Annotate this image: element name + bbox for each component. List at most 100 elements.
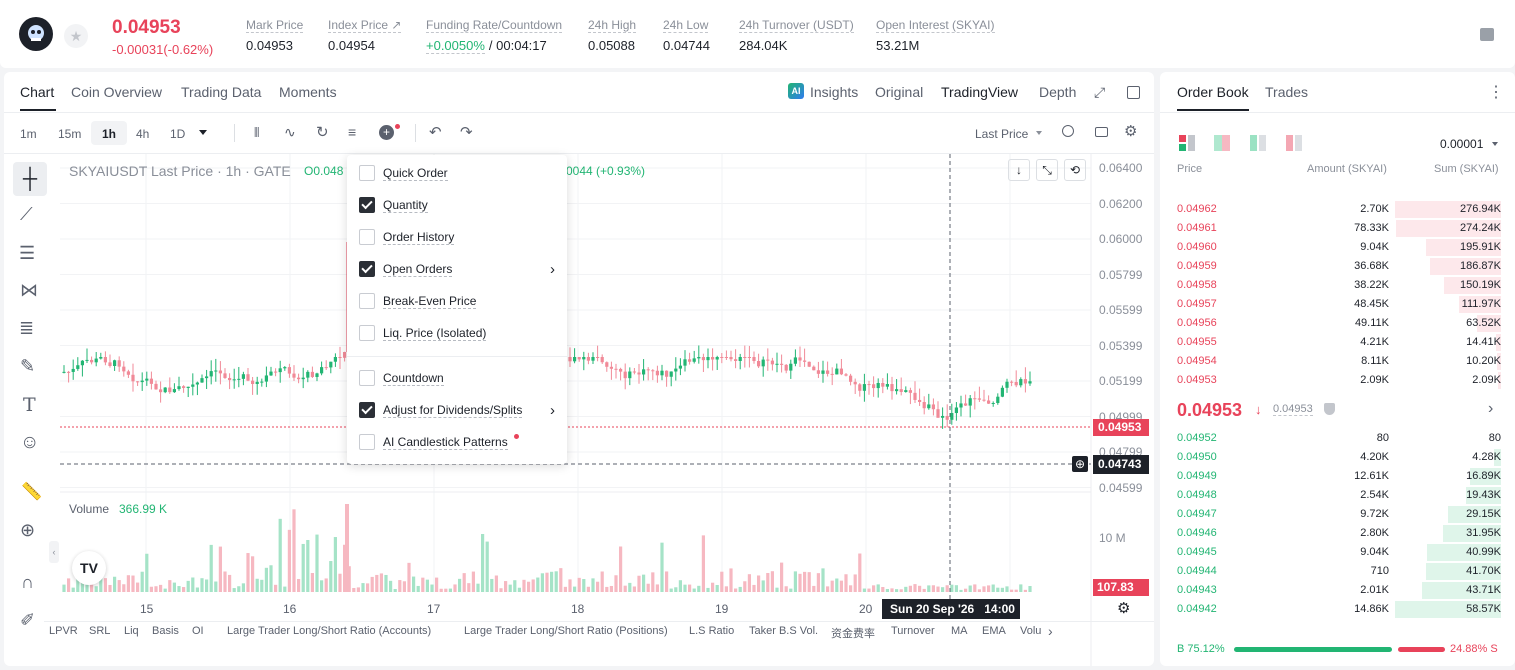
price-type-select[interactable]: Last Price [975, 127, 1028, 141]
candle-type-icon[interactable]: ⫴ [254, 125, 259, 141]
bid-row[interactable]: 0.04946 2.80K 31.95K [1177, 524, 1501, 543]
menu-item[interactable]: Break-Even Price [359, 291, 555, 311]
collapse-button[interactable]: ⤡ [1036, 159, 1058, 181]
bid-row[interactable]: 0.04947 9.72K 29.15K [1177, 505, 1501, 524]
menu-item[interactable]: Countdown [359, 368, 555, 388]
price-chart[interactable] [4, 154, 1154, 666]
indicator-item[interactable]: Liq [124, 625, 139, 637]
indicator-item[interactable]: Large Trader Long/Short Ratio (Positions… [464, 625, 668, 637]
more-options-icon[interactable]: ⋮ [1488, 82, 1504, 102]
ask-row[interactable]: 0.04961 78.33K 274.24K [1177, 219, 1501, 238]
notes-icon[interactable] [1480, 28, 1494, 41]
expand-icon[interactable]: ⤢ [1094, 84, 1105, 101]
indicator-item[interactable]: 资金费率 [831, 625, 875, 641]
stat-label[interactable]: Index Price ↗ [328, 18, 402, 33]
menu-item[interactable]: Open Orders › [359, 259, 555, 279]
menu-item[interactable]: Quantity [359, 195, 555, 215]
indicators-icon[interactable]: ∿ [284, 124, 296, 141]
add-alert-plus-icon[interactable]: ⊕ [1072, 456, 1088, 472]
collapse-toolbar-handle[interactable]: ‹ [49, 541, 59, 563]
bid-row[interactable]: 0.04944 710 41.70K [1177, 562, 1501, 581]
ask-row[interactable]: 0.04955 4.21K 14.41K [1177, 333, 1501, 352]
menu-checkbox[interactable] [359, 402, 375, 418]
indicator-item[interactable]: MA [951, 625, 968, 637]
menu-checkbox[interactable] [359, 197, 375, 213]
stat-label[interactable]: 24h Turnover (USDT) [739, 18, 854, 33]
chart-settings-gear-icon[interactable]: ⚙ [1117, 599, 1130, 617]
tab-chart[interactable]: Chart [20, 84, 54, 100]
ask-row[interactable]: 0.04958 38.22K 150.19K [1177, 276, 1501, 295]
camera-icon[interactable] [1095, 127, 1108, 137]
menu-item[interactable]: Liq. Price (Isolated) [359, 323, 555, 343]
interval-15m[interactable]: 15m [58, 127, 81, 141]
settings-gear-icon[interactable]: ⚙ [1124, 122, 1137, 140]
view-both-icon[interactable] [1179, 135, 1195, 151]
tab-order-book[interactable]: Order Book [1177, 84, 1249, 100]
ask-row[interactable]: 0.04954 8.11K 10.20K [1177, 352, 1501, 371]
view-tradingview[interactable]: TradingView [941, 84, 1018, 100]
ask-row[interactable]: 0.04959 36.68K 186.87K [1177, 257, 1501, 276]
ask-row[interactable]: 0.04953 2.09K 2.09K [1177, 371, 1501, 390]
indicator-item[interactable]: LPVR [49, 625, 78, 637]
mid-chevron-right-icon[interactable]: › [1488, 400, 1493, 418]
bid-row[interactable]: 0.04950 4.20K 4.28K [1177, 448, 1501, 467]
undo-icon[interactable]: ↶ [429, 123, 442, 141]
indicators-scroll-right-icon[interactable]: › [1048, 623, 1053, 639]
favorite-star-icon[interactable]: ★ [64, 24, 88, 48]
search-icon[interactable] [1062, 125, 1074, 137]
bid-row[interactable]: 0.04945 9.04K 40.99K [1177, 543, 1501, 562]
indicator-item[interactable]: Large Trader Long/Short Ratio (Accounts) [227, 625, 431, 637]
menu-item[interactable]: Quick Order [359, 163, 555, 183]
bid-row[interactable]: 0.04948 2.54K 19.43K [1177, 486, 1501, 505]
indicator-item[interactable]: SRL [89, 625, 110, 637]
menu-checkbox[interactable] [359, 261, 375, 277]
menu-item[interactable]: AI Candlestick Patterns [359, 432, 555, 452]
indicator-item[interactable]: EMA [982, 625, 1006, 637]
ask-row[interactable]: 0.04957 48.45K 111.97K [1177, 295, 1501, 314]
stat-label[interactable]: Mark Price [246, 18, 304, 33]
menu-checkbox[interactable] [359, 165, 375, 181]
indicator-item[interactable]: Volu [1020, 625, 1041, 637]
tab-trading-data[interactable]: Trading Data [181, 84, 261, 100]
view-split-icon[interactable] [1214, 135, 1230, 151]
indicator-item[interactable]: Turnover [891, 625, 935, 637]
redo-icon[interactable]: ↷ [460, 123, 473, 141]
indicator-item[interactable]: Basis [152, 625, 179, 637]
ask-row[interactable]: 0.04960 9.04K 195.91K [1177, 238, 1501, 257]
scroll-down-button[interactable]: ↓ [1008, 159, 1030, 181]
indicator-item[interactable]: OI [192, 625, 204, 637]
view-original[interactable]: Original [875, 84, 923, 100]
bid-row[interactable]: 0.04942 14.86K 58.57K [1177, 600, 1501, 619]
bid-row[interactable]: 0.04952 80 80 [1177, 429, 1501, 448]
interval-4h[interactable]: 4h [136, 127, 149, 141]
bid-row[interactable]: 0.04943 2.01K 43.71K [1177, 581, 1501, 600]
stat-label[interactable]: Funding Rate/Countdown [426, 18, 563, 33]
ask-row[interactable]: 0.04962 2.70K 276.94K [1177, 200, 1501, 219]
view-insights[interactable]: Insights [810, 84, 858, 100]
templates-icon[interactable]: ≡ [348, 124, 356, 140]
ask-row[interactable]: 0.04956 49.11K 63.52K [1177, 314, 1501, 333]
menu-item[interactable]: Adjust for Dividends/Splits › [359, 400, 555, 420]
interval-1d[interactable]: 1D [170, 127, 185, 141]
interval-1m[interactable]: 1m [20, 127, 37, 141]
menu-checkbox[interactable] [359, 325, 375, 341]
menu-checkbox[interactable] [359, 229, 375, 245]
replay-icon[interactable]: ↻ [316, 123, 329, 141]
menu-item[interactable]: Order History [359, 227, 555, 247]
bid-row[interactable]: 0.04949 12.61K 16.89K [1177, 467, 1501, 486]
reset-chart-button[interactable]: ⟲ [1064, 159, 1086, 181]
stat-label[interactable]: 24h Low [663, 18, 709, 33]
view-depth[interactable]: Depth [1039, 84, 1076, 100]
tab-coin-overview[interactable]: Coin Overview [71, 84, 162, 100]
menu-checkbox[interactable] [359, 293, 375, 309]
indicator-item[interactable]: L.S Ratio [689, 625, 734, 637]
view-asks-icon[interactable] [1286, 135, 1302, 151]
tab-moments[interactable]: Moments [279, 84, 337, 100]
menu-checkbox[interactable] [359, 370, 375, 386]
tab-trades[interactable]: Trades [1265, 84, 1308, 100]
window-icon[interactable] [1127, 86, 1140, 99]
precision-select[interactable]: 0.00001 [1440, 137, 1483, 151]
stat-label[interactable]: 24h High [588, 18, 637, 33]
menu-checkbox[interactable] [359, 434, 375, 450]
interval-1h[interactable]: 1h [102, 127, 116, 141]
